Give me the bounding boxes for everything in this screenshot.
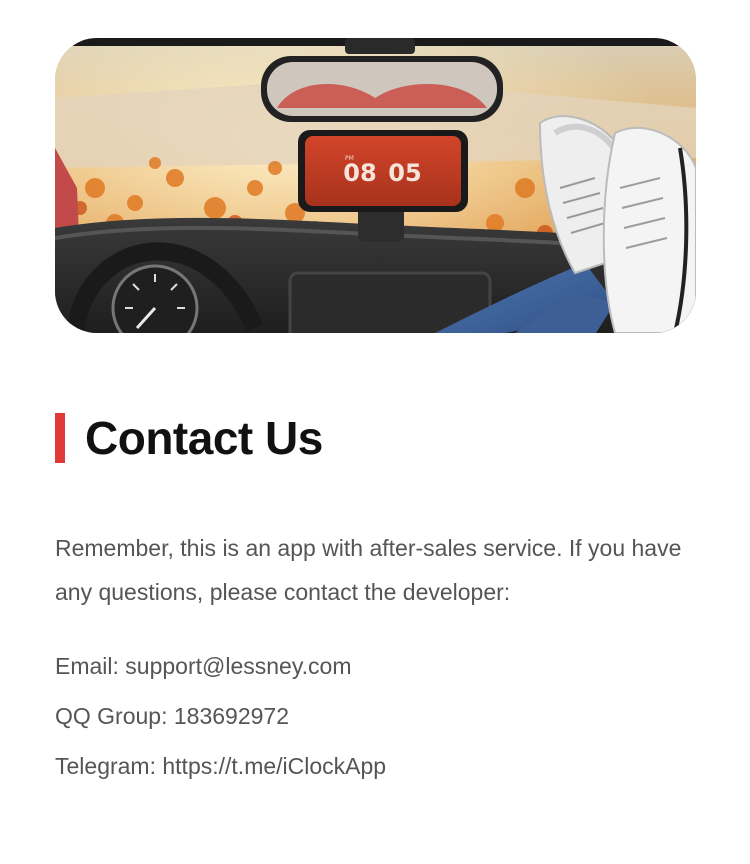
contact-qq-group: QQ Group: 183692972 <box>55 703 289 729</box>
contact-list: Email: support@lessney.com QQ Group: 183… <box>55 646 695 796</box>
intro-paragraph: Remember, this is an app with after-sale… <box>55 535 682 605</box>
title-accent-bar <box>55 413 65 463</box>
contact-section-header: Contact Us <box>55 410 323 466</box>
hero-image: PM 08 05 <box>55 38 696 333</box>
contact-email[interactable]: Email: support@lessney.com <box>55 646 695 696</box>
contact-telegram[interactable]: Telegram: https://t.me/iClockApp <box>55 746 695 796</box>
clock-hour-text: 08 <box>343 159 376 187</box>
clock-minute-text: 05 <box>388 159 421 187</box>
page-title: Contact Us <box>85 412 323 464</box>
